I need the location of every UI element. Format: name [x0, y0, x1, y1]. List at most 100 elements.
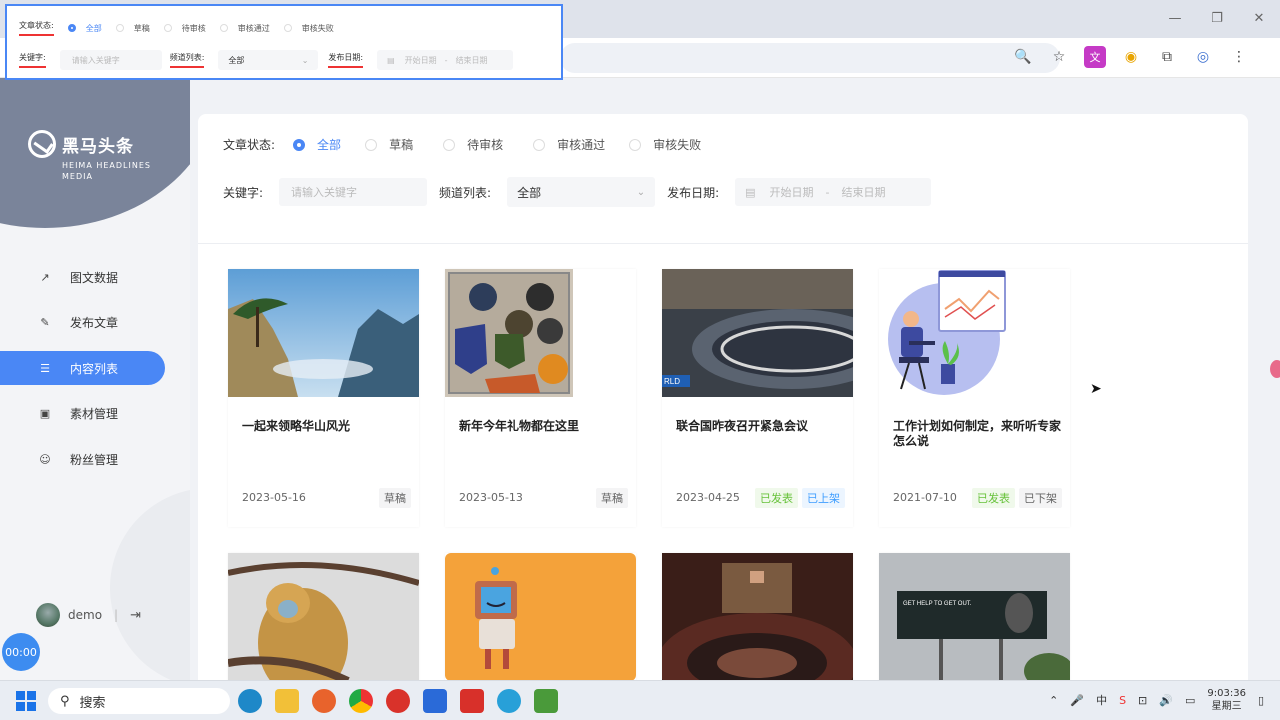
status-badge: 草稿 — [596, 488, 628, 508]
article-card[interactable] — [662, 553, 853, 680]
popup-date-start[interactable]: 开始日期 — [405, 55, 437, 66]
chrome-icon[interactable] — [349, 689, 373, 713]
puzzle-icon[interactable]: ⧉ — [1156, 46, 1178, 68]
billboard-text: GET HELP TO GET OUT. — [903, 601, 972, 607]
scroll-indicator-icon[interactable] — [1270, 360, 1280, 378]
status-radio-approved[interactable]: 审核通过 — [533, 136, 605, 153]
article-title[interactable]: 工作计划如何制定，来听听专家怎么说 — [893, 419, 1063, 449]
date-end[interactable]: 结束日期 — [842, 184, 886, 200]
folder-icon[interactable] — [275, 689, 299, 713]
article-card[interactable]: 一起来领略华山风光 2023-05-16 草稿 — [228, 269, 419, 527]
article-thumbnail — [879, 269, 1070, 397]
logout-icon[interactable]: ⇥ — [130, 608, 141, 623]
channel-label: 频道列表: — [439, 185, 492, 200]
app-icon[interactable] — [423, 689, 447, 713]
zoom-icon[interactable]: 🔍 — [1012, 46, 1034, 68]
popup-radio-pending[interactable]: 待审核 — [163, 23, 206, 34]
article-card[interactable]: GET HELP TO GET OUT. — [879, 553, 1070, 680]
recording-timer[interactable]: 00:00 — [2, 633, 40, 671]
popup-date-end[interactable]: 结束日期 — [456, 55, 488, 66]
pdf-icon[interactable] — [386, 689, 410, 713]
windows-start-icon[interactable] — [16, 691, 36, 711]
popup-channel-select[interactable]: 全部 ⌄ — [218, 50, 319, 70]
chevron-up-icon[interactable]: ⌃ — [1049, 694, 1058, 707]
notification-icon[interactable]: ▯ — [1258, 694, 1264, 707]
user-info: demo | ⇥ — [36, 603, 141, 627]
popup-status-row: 文章状态: 全部 草稿 待审核 审核通过 审核失败 — [19, 20, 334, 36]
radio-icon — [629, 138, 642, 151]
article-card[interactable]: 工作计划如何制定，来听听专家怎么说 2021-07-10 已发表 已下架 — [879, 269, 1070, 527]
article-tags: 已发表 已上架 — [755, 488, 845, 508]
menu-icon[interactable]: ⋮ — [1228, 46, 1250, 68]
avatar[interactable] — [36, 603, 60, 627]
firefox-icon[interactable] — [312, 689, 336, 713]
popup-radio-all[interactable]: 全部 — [67, 23, 102, 34]
channel-select[interactable]: 全部 ⌄ — [507, 177, 656, 207]
status-radio-all[interactable]: 全部 — [293, 136, 341, 153]
network-icon[interactable]: ⊡ — [1138, 694, 1147, 707]
extension-icon[interactable]: ◉ — [1120, 46, 1142, 68]
article-title[interactable]: 联合国昨夜召开紧急会议 — [676, 419, 846, 434]
status-badge: 已下架 — [1019, 488, 1062, 508]
sogou-icon[interactable]: S — [1119, 694, 1126, 707]
article-tags: 已发表 已下架 — [972, 488, 1062, 508]
article-card[interactable] — [228, 553, 419, 680]
microphone-icon[interactable]: 🎤 — [1070, 694, 1084, 707]
brand-subtitle-line2: MEDIA — [62, 172, 93, 181]
sidebar-item-content-list[interactable]: ☰ 内容列表 — [0, 351, 165, 385]
article-title[interactable]: 新年今年礼物都在这里 — [459, 419, 629, 434]
radio-label: 审核通过 — [237, 23, 270, 33]
app-page: 黑马头条 HEIMA HEADLINES MEDIA ↗ 图文数据 ✎ 发布文章… — [0, 78, 1280, 680]
taskbar-search-label: 搜索 — [79, 695, 106, 711]
bookmark-star-icon[interactable]: ☆ — [1048, 46, 1070, 68]
minimize-icon[interactable]: — — [1154, 0, 1196, 36]
article-thumbnail — [228, 269, 419, 397]
editor-icon[interactable] — [534, 689, 558, 713]
status-radio-pending[interactable]: 待审核 — [443, 136, 503, 153]
chat-icon[interactable] — [497, 689, 521, 713]
popup-radio-draft[interactable]: 草稿 — [115, 23, 150, 34]
keyword-input[interactable]: 请输入关键字 — [279, 178, 428, 206]
sidebar-item-fans[interactable]: ☺ 粉丝管理 — [0, 442, 190, 476]
radio-icon — [443, 138, 456, 151]
maximize-icon[interactable]: ❐ — [1196, 0, 1238, 36]
article-card[interactable]: 新年今年礼物都在这里 2023-05-13 草稿 — [445, 269, 636, 527]
edge-icon[interactable] — [238, 689, 262, 713]
taskbar-clock[interactable]: 9:03:36 星期三 — [1207, 687, 1246, 713]
radio-label: 全部 — [85, 23, 102, 33]
translate-extension-icon[interactable]: 文 — [1084, 46, 1106, 68]
radio-icon — [163, 24, 172, 32]
taskbar-search[interactable]: ⚲ 搜索 — [48, 688, 230, 714]
profile-icon[interactable]: ◎ — [1192, 46, 1214, 68]
date-start[interactable]: 开始日期 — [770, 184, 814, 200]
popup-date-range[interactable]: ▤ 开始日期 - 结束日期 — [377, 50, 514, 70]
search-filters: 关键字: 请输入关键字 频道列表: 全部 ⌄ 发布日期: ▤ 开始日期 - 结束… — [223, 177, 932, 207]
popup-radio-rejected[interactable]: 审核失败 — [283, 23, 334, 34]
windows-taskbar: ⚲ 搜索 ⌃ 🎤 中 S ⊡ 🔊 ▭ 9:03:36 星期三 ▯ — [0, 680, 1280, 720]
battery-icon[interactable]: ▭ — [1185, 694, 1195, 707]
toolbar-icons: 🔍 ☆ 文 ◉ ⧉ ◎ ⋮ — [1012, 46, 1250, 68]
close-icon[interactable]: ✕ — [1238, 0, 1280, 36]
sidebar-item-label: 粉丝管理 — [70, 452, 119, 467]
address-bar[interactable] — [560, 43, 1060, 73]
input-method-icon[interactable]: 中 — [1096, 692, 1107, 708]
status-radio-draft[interactable]: 草稿 — [365, 136, 413, 153]
wps-icon[interactable] — [460, 689, 484, 713]
article-card[interactable]: RLD 联合国昨夜召开紧急会议 2023-04-25 已发表 已上架 — [662, 269, 853, 527]
popup-keyword-input[interactable]: 请输入关键字 — [59, 50, 162, 70]
sidebar: 黑马头条 HEIMA HEADLINES MEDIA ↗ 图文数据 ✎ 发布文章… — [0, 78, 190, 680]
sidebar-item-materials[interactable]: ▣ 素材管理 — [0, 397, 190, 431]
fans-icon: ☺ — [39, 452, 51, 466]
radio-label: 待审核 — [181, 23, 206, 33]
volume-icon[interactable]: 🔊 — [1159, 694, 1173, 707]
radio-label: 草稿 — [389, 138, 414, 152]
article-card[interactable] — [445, 553, 636, 680]
popup-radio-approved[interactable]: 审核通过 — [219, 23, 270, 34]
popup-channel-value: 全部 — [228, 55, 245, 65]
status-radio-rejected[interactable]: 审核失败 — [629, 136, 701, 153]
sidebar-item-data[interactable]: ↗ 图文数据 — [0, 260, 190, 294]
date-range-picker[interactable]: ▤ 开始日期 - 结束日期 — [735, 178, 932, 206]
article-title[interactable]: 一起来领略华山风光 — [242, 419, 412, 434]
article-tags: 草稿 — [596, 488, 628, 508]
sidebar-item-publish[interactable]: ✎ 发布文章 — [0, 306, 190, 340]
